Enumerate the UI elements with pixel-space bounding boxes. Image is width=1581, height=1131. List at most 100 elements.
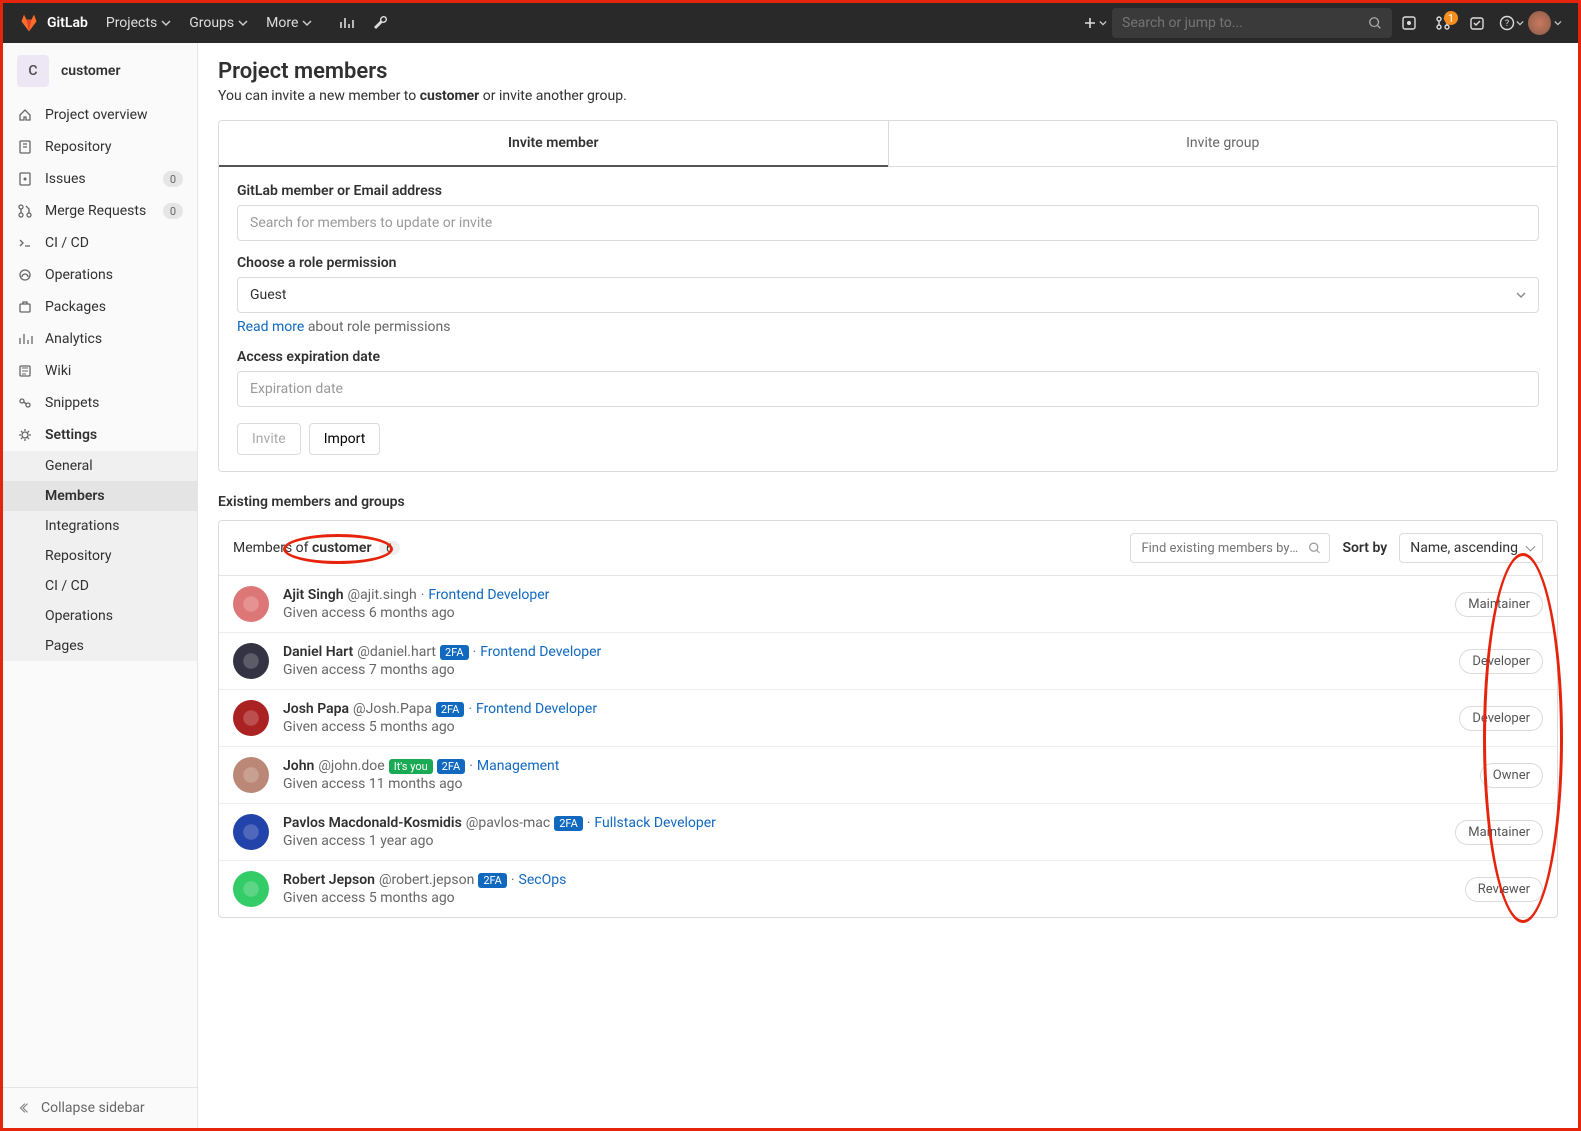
members-of-title: Members of customer 6 — [233, 540, 400, 556]
2fa-badge: 2FA — [478, 873, 507, 888]
member-access-text: Given access 1 year ago — [283, 833, 1455, 849]
sidebar-item-wiki[interactable]: Wiki — [3, 355, 197, 387]
activity-icon[interactable] — [330, 3, 364, 43]
brand-label[interactable]: GitLab — [47, 15, 88, 31]
member-avatar-icon[interactable] — [233, 700, 269, 736]
member-avatar-icon[interactable] — [233, 643, 269, 679]
sidebar-icon — [17, 427, 33, 443]
2fa-badge: 2FA — [440, 645, 469, 660]
label-role: Choose a role permission — [237, 255, 1539, 271]
project-header[interactable]: C customer — [3, 43, 197, 99]
member-name[interactable]: Daniel Hart — [283, 644, 353, 660]
merge-requests-icon[interactable]: 1 — [1426, 3, 1460, 43]
permission-select[interactable]: Maintainer — [1455, 820, 1543, 845]
2fa-badge: 2FA — [554, 816, 583, 831]
page-intro: You can invite a new member to customer … — [218, 88, 1558, 104]
member-username: @daniel.hart — [357, 644, 436, 660]
find-members[interactable] — [1130, 533, 1330, 563]
tab-invite-member[interactable]: Invite member — [219, 121, 888, 167]
member-username: @Josh.Papa — [353, 701, 432, 717]
member-role-link[interactable]: Frontend Developer — [480, 644, 601, 660]
member-role-link[interactable]: Management — [477, 758, 559, 774]
user-menu[interactable] — [1528, 3, 1562, 43]
member-access-text: Given access 6 months ago — [283, 605, 1455, 621]
sidebar-item-project-overview[interactable]: Project overview — [3, 99, 197, 131]
member-role-link[interactable]: Frontend Developer — [428, 587, 549, 603]
gitlab-logo-icon[interactable] — [19, 13, 39, 33]
nav-more[interactable]: More — [266, 15, 312, 31]
permission-select[interactable]: Maintainer — [1455, 592, 1543, 617]
sidebar-icon — [17, 395, 33, 411]
sidebar-item-settings[interactable]: Settings — [3, 419, 197, 451]
sidebar-icon — [17, 331, 33, 347]
member-row: Josh Papa @Josh.Papa 2FA · Frontend Deve… — [219, 690, 1557, 747]
sidebar-item-ci-cd[interactable]: CI / CD — [3, 227, 197, 259]
role-help: Read more about role permissions — [237, 319, 1539, 335]
expiration-input[interactable] — [237, 371, 1539, 407]
project-name: customer — [61, 63, 121, 79]
member-avatar-icon[interactable] — [233, 814, 269, 850]
permission-select[interactable]: Owner — [1480, 763, 1543, 788]
tab-invite-group[interactable]: Invite group — [888, 121, 1558, 167]
search-icon — [1368, 16, 1382, 30]
member-role-link[interactable]: Fullstack Developer — [594, 815, 716, 831]
settings-sub-ci-cd[interactable]: CI / CD — [45, 571, 197, 601]
find-members-input[interactable] — [1141, 541, 1299, 556]
existing-members-title: Existing members and groups — [218, 494, 1558, 510]
page-title: Project members — [218, 59, 1558, 84]
member-search-input[interactable] — [237, 205, 1539, 241]
settings-sub-general[interactable]: General — [45, 451, 197, 481]
member-avatar-icon[interactable] — [233, 757, 269, 793]
member-role-link[interactable]: Frontend Developer — [476, 701, 597, 717]
settings-sub-operations[interactable]: Operations — [45, 601, 197, 631]
wrench-icon[interactable] — [364, 3, 398, 43]
permission-select[interactable]: Developer — [1459, 649, 1543, 674]
sort-select[interactable]: Name, ascending — [1399, 533, 1543, 563]
member-name[interactable]: Josh Papa — [283, 701, 349, 717]
sidebar-item-snippets[interactable]: Snippets — [3, 387, 197, 419]
sidebar-item-packages[interactable]: Packages — [3, 291, 197, 323]
2fa-badge: 2FA — [436, 702, 465, 717]
settings-sub-repository[interactable]: Repository — [45, 541, 197, 571]
sidebar-icon — [17, 139, 33, 155]
read-more-link[interactable]: Read more — [237, 319, 304, 335]
settings-sub-members[interactable]: Members — [3, 481, 197, 511]
nav-projects[interactable]: Projects — [106, 15, 171, 31]
settings-sub-pages[interactable]: Pages — [45, 631, 197, 661]
sidebar-item-merge-requests[interactable]: Merge Requests0 — [3, 195, 197, 227]
todos-icon[interactable] — [1460, 3, 1494, 43]
sidebar-icon — [17, 107, 33, 123]
sidebar-item-operations[interactable]: Operations — [3, 259, 197, 291]
member-name[interactable]: Ajit Singh — [283, 587, 344, 603]
import-button[interactable]: Import — [309, 423, 381, 455]
member-name[interactable]: John — [283, 758, 314, 774]
member-name[interactable]: Pavlos Macdonald-Kosmidis — [283, 815, 462, 831]
sidebar-item-analytics[interactable]: Analytics — [3, 323, 197, 355]
member-username: @robert.jepson — [379, 872, 474, 888]
sidebar-item-issues[interactable]: Issues0 — [3, 163, 197, 195]
sidebar-icon — [17, 363, 33, 379]
member-avatar-icon[interactable] — [233, 586, 269, 622]
member-username: @pavlos-mac — [466, 815, 550, 831]
help-icon[interactable]: ? — [1494, 3, 1528, 43]
collapse-sidebar[interactable]: Collapse sidebar — [3, 1087, 197, 1128]
sidebar-icon — [17, 171, 33, 187]
member-name[interactable]: Robert Jepson — [283, 872, 375, 888]
permission-select[interactable]: Developer — [1459, 706, 1543, 731]
search-icon — [1308, 542, 1321, 555]
member-access-text: Given access 11 months ago — [283, 776, 1480, 792]
invite-button[interactable]: Invite — [237, 423, 301, 455]
global-search[interactable] — [1112, 8, 1392, 38]
issues-icon[interactable] — [1392, 3, 1426, 43]
plus-icon[interactable] — [1078, 3, 1112, 43]
role-select[interactable]: Guest — [237, 277, 1539, 313]
member-avatar-icon[interactable] — [233, 871, 269, 907]
permission-select[interactable]: Reviewer — [1465, 877, 1543, 902]
member-username: @john.doe — [318, 758, 384, 774]
settings-sub-integrations[interactable]: Integrations — [45, 511, 197, 541]
2fa-badge: 2FA — [437, 759, 466, 774]
search-input[interactable] — [1122, 15, 1368, 31]
nav-groups[interactable]: Groups — [189, 15, 248, 31]
member-role-link[interactable]: SecOps — [519, 872, 567, 888]
sidebar-item-repository[interactable]: Repository — [3, 131, 197, 163]
